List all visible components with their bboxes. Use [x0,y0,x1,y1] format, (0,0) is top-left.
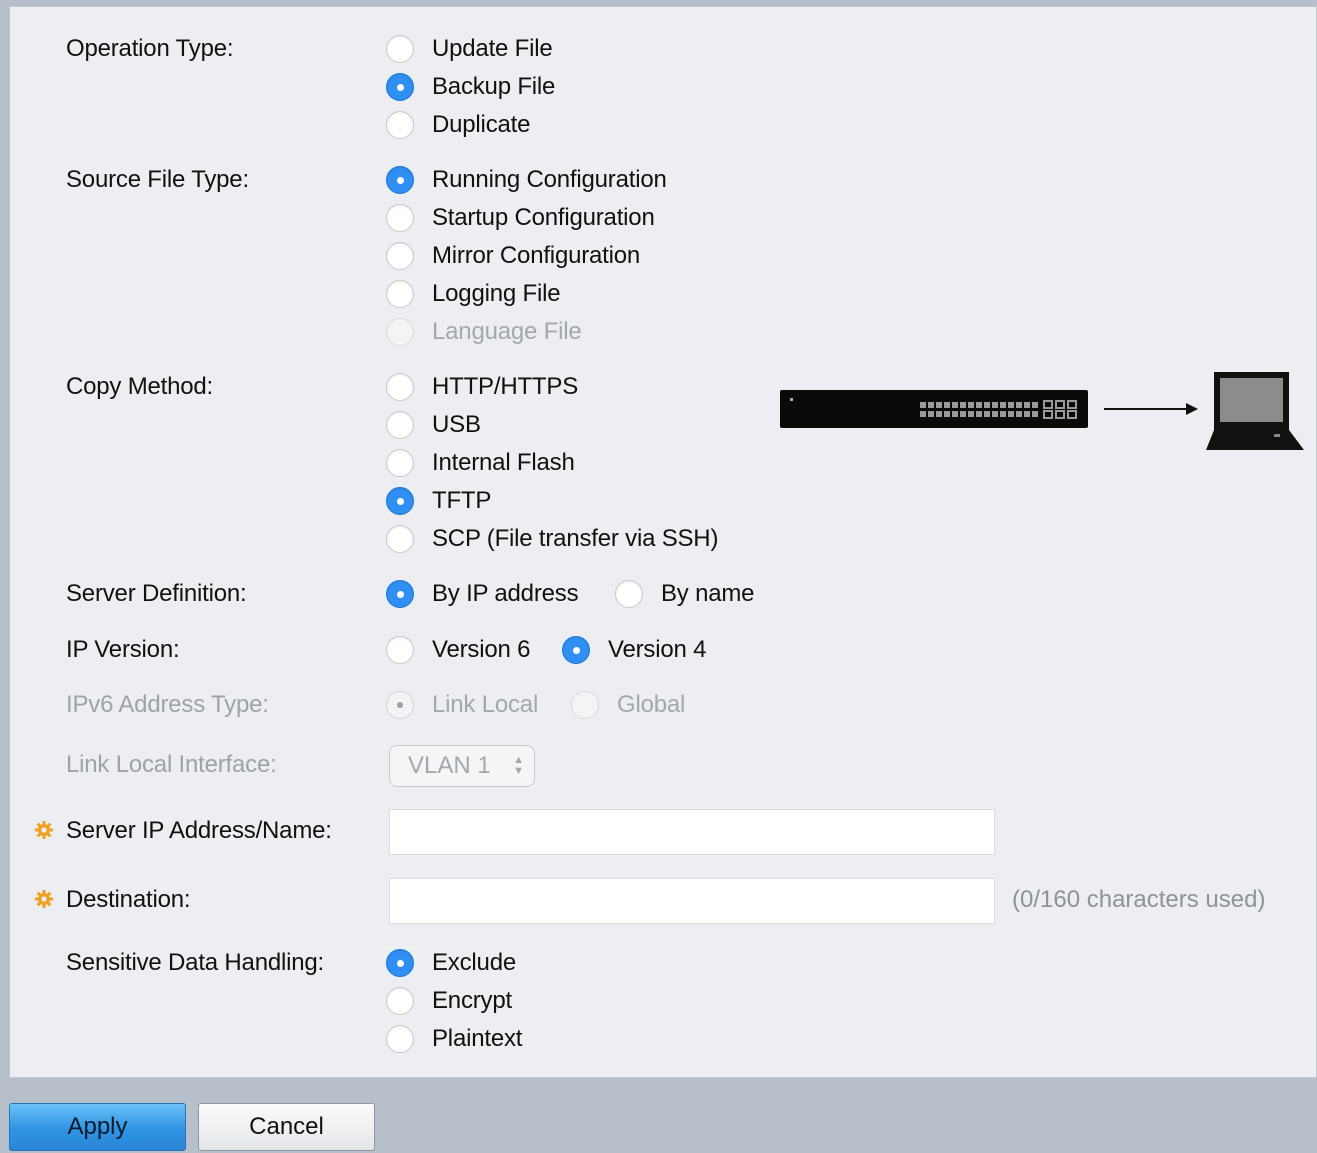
radio-button-icon[interactable] [386,411,414,439]
laptop-icon [1206,372,1304,450]
radio-version-6[interactable]: Version 6 [386,634,530,666]
radio-label: SCP (File transfer via SSH) [432,525,719,552]
radio-button-icon[interactable] [386,242,414,270]
radio-button-icon[interactable] [386,449,414,477]
radio-button-checked-icon[interactable] [386,580,414,608]
radio-label: TFTP [432,487,492,514]
ip-version-label: IP Version: [66,636,180,663]
radio-language-file: Language File [386,316,582,348]
apply-button[interactable]: Apply [9,1103,186,1151]
ipv6-address-type-label: IPv6 Address Type: [66,691,269,718]
radio-button-icon[interactable] [386,373,414,401]
radio-label: Language File [432,318,582,345]
link-local-interface-select: VLAN 1 ▲ ▼ [389,745,535,787]
radio-label: USB [432,411,481,438]
radio-internal-flash[interactable]: Internal Flash [386,447,575,479]
radio-update-file[interactable]: Update File [386,33,553,65]
radio-version-4[interactable]: Version 4 [562,634,706,666]
radio-label: Running Configuration [432,166,667,193]
server-ip-input[interactable] [389,809,995,855]
radio-button-icon[interactable] [386,280,414,308]
radio-startup-configuration[interactable]: Startup Configuration [386,202,655,234]
updown-arrows-icon: ▲ ▼ [513,754,524,777]
radio-button-icon[interactable] [386,204,414,232]
arrow-right-icon [1104,403,1198,415]
radio-label: Link Local [432,691,539,718]
radio-http-https[interactable]: HTTP/HTTPS [386,371,578,403]
required-gear-icon [35,890,53,908]
radio-label: Duplicate [432,111,531,138]
radio-label: Logging File [432,280,561,307]
copy-direction-diagram [778,368,1308,463]
radio-button-icon[interactable] [386,636,414,664]
radio-exclude[interactable]: Exclude [386,947,516,979]
radio-label: Backup File [432,73,556,100]
radio-label: Global [617,691,686,718]
radio-button-icon[interactable] [386,111,414,139]
radio-button-checked-icon[interactable] [386,73,414,101]
radio-label: Internal Flash [432,449,575,476]
radio-global: Global [571,689,685,721]
radio-label: Version 4 [608,636,707,663]
radio-button-checked-icon[interactable] [386,487,414,515]
source-file-type-label: Source File Type: [66,166,249,193]
required-gear-icon [35,821,53,839]
radio-mirror-configuration[interactable]: Mirror Configuration [386,240,640,272]
radio-label: Version 6 [432,636,531,663]
radio-button-checked-icon[interactable] [386,949,414,977]
radio-label: By IP address [432,580,579,607]
switch-icon [780,390,1088,428]
radio-duplicate[interactable]: Duplicate [386,109,530,141]
radio-encrypt[interactable]: Encrypt [386,985,512,1017]
radio-link-local: Link Local [386,689,538,721]
radio-button-icon[interactable] [386,35,414,63]
radio-label: Mirror Configuration [432,242,641,269]
radio-tftp[interactable]: TFTP [386,485,491,517]
radio-button-icon[interactable] [615,580,643,608]
radio-running-configuration[interactable]: Running Configuration [386,164,667,196]
character-count-hint: (0/160 characters used) [1012,886,1266,913]
destination-input[interactable] [389,878,995,924]
radio-label: Startup Configuration [432,204,655,231]
radio-scp[interactable]: SCP (File transfer via SSH) [386,523,718,555]
radio-button-disabled-icon [386,318,414,346]
radio-label: Exclude [432,949,516,976]
server-ip-label: Server IP Address/Name: [66,817,332,844]
radio-label: Plaintext [432,1025,523,1052]
radio-label: Update File [432,35,553,62]
sensitive-data-handling-label: Sensitive Data Handling: [66,949,325,976]
radio-label: HTTP/HTTPS [432,373,578,400]
radio-logging-file[interactable]: Logging File [386,278,561,310]
cancel-button[interactable]: Cancel [198,1103,375,1151]
radio-button-icon[interactable] [386,1025,414,1053]
radio-button-icon[interactable] [386,525,414,553]
radio-plaintext[interactable]: Plaintext [386,1023,522,1055]
radio-by-ip-address[interactable]: By IP address [386,578,579,610]
radio-button-checked-icon[interactable] [386,166,414,194]
server-definition-label: Server Definition: [66,580,247,607]
link-local-interface-label: Link Local Interface: [66,751,277,778]
copy-method-label: Copy Method: [66,373,214,400]
radio-button-checked-icon[interactable] [562,636,590,664]
select-value: VLAN 1 [408,752,491,779]
radio-usb[interactable]: USB [386,409,481,441]
destination-label: Destination: [66,886,191,913]
radio-backup-file[interactable]: Backup File [386,71,555,103]
radio-label: By name [661,580,755,607]
radio-label: Encrypt [432,987,512,1014]
radio-button-icon[interactable] [386,987,414,1015]
radio-button-disabled-checked-icon [386,691,414,719]
radio-by-name[interactable]: By name [615,578,755,610]
radio-button-disabled-icon [571,691,599,719]
operation-type-label: Operation Type: [66,35,234,62]
